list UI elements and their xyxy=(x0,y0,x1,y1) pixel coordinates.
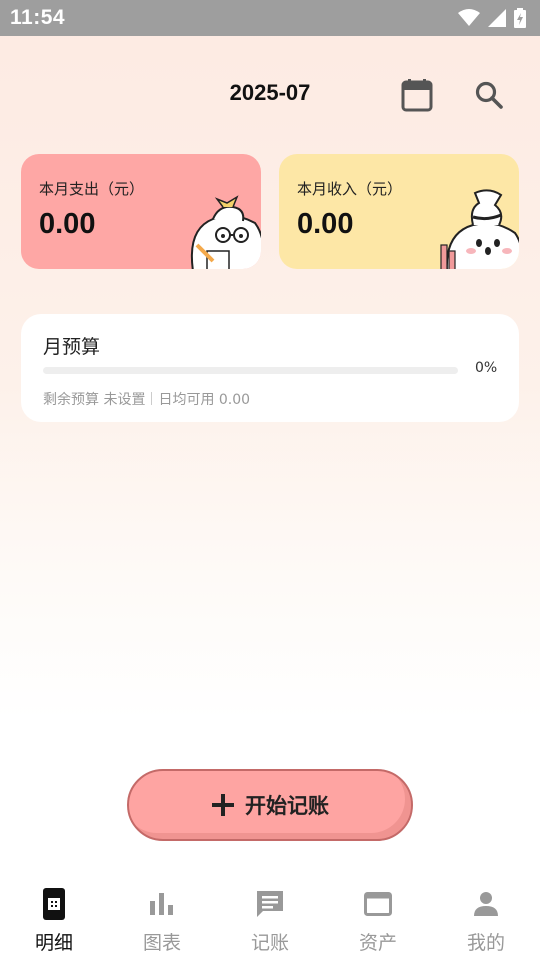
search-button[interactable] xyxy=(470,76,508,114)
status-time: 11:54 xyxy=(10,6,66,29)
income-card[interactable]: 本月收入（元） 0.00 xyxy=(279,154,519,269)
bottom-nav: 明细 图表 记账 资产 我的 xyxy=(0,878,540,960)
nav-item-assets[interactable]: 资产 xyxy=(324,878,432,960)
nav-label-chart: 图表 xyxy=(142,932,181,954)
budget-title: 月预算 xyxy=(43,336,101,358)
nav-item-record[interactable]: 记账 xyxy=(216,878,324,960)
signal-icon xyxy=(488,9,506,27)
start-recording-label: 开始记账 xyxy=(245,794,329,818)
bar-chart-icon xyxy=(150,893,173,915)
search-icon xyxy=(475,81,503,109)
nav-item-detail[interactable]: 明细 xyxy=(0,878,108,960)
mascot-moneybag-icon xyxy=(440,189,519,269)
expense-value: 0.00 xyxy=(39,208,96,240)
nav-label-profile: 我的 xyxy=(466,932,505,954)
nav-label-assets: 资产 xyxy=(358,932,397,954)
detail-icon xyxy=(43,888,65,920)
budget-daily: 日均可用 0.00 xyxy=(158,392,251,408)
budget-remaining: 剩余预算 未设置 xyxy=(43,392,146,408)
income-label: 本月收入（元） xyxy=(297,180,403,198)
budget-info: 剩余预算 未设置 日均可用 0.00 xyxy=(43,389,250,409)
nav-item-profile[interactable]: 我的 xyxy=(432,878,540,960)
calendar-button[interactable] xyxy=(398,76,436,114)
status-icons xyxy=(458,8,526,28)
nav-label-detail: 明细 xyxy=(34,932,73,954)
start-recording-button[interactable]: 开始记账 xyxy=(127,769,413,841)
wifi-icon xyxy=(458,9,480,26)
budget-divider xyxy=(151,392,153,405)
wallet-icon xyxy=(364,892,392,916)
income-value: 0.00 xyxy=(297,208,354,240)
battery-icon xyxy=(514,8,526,28)
calendar-icon xyxy=(401,79,433,112)
month-selector[interactable]: 2025-07 xyxy=(0,80,540,106)
expense-label: 本月支出（元） xyxy=(39,180,145,198)
plus-icon xyxy=(212,794,234,816)
budget-percent: 0% xyxy=(475,360,498,376)
header: 2025-07 xyxy=(0,72,540,118)
budget-progress-track xyxy=(43,367,458,374)
nav-item-chart[interactable]: 图表 xyxy=(108,878,216,960)
expense-card[interactable]: 本月支出（元） 0.00 xyxy=(21,154,261,269)
status-bar: 11:54 xyxy=(0,0,540,36)
message-icon xyxy=(257,891,283,917)
mascot-glasses-icon xyxy=(190,195,261,269)
budget-card[interactable]: 月预算 0% 剩余预算 未设置 日均可用 0.00 xyxy=(21,314,519,422)
person-icon xyxy=(474,892,498,916)
nav-label-record: 记账 xyxy=(250,932,289,954)
